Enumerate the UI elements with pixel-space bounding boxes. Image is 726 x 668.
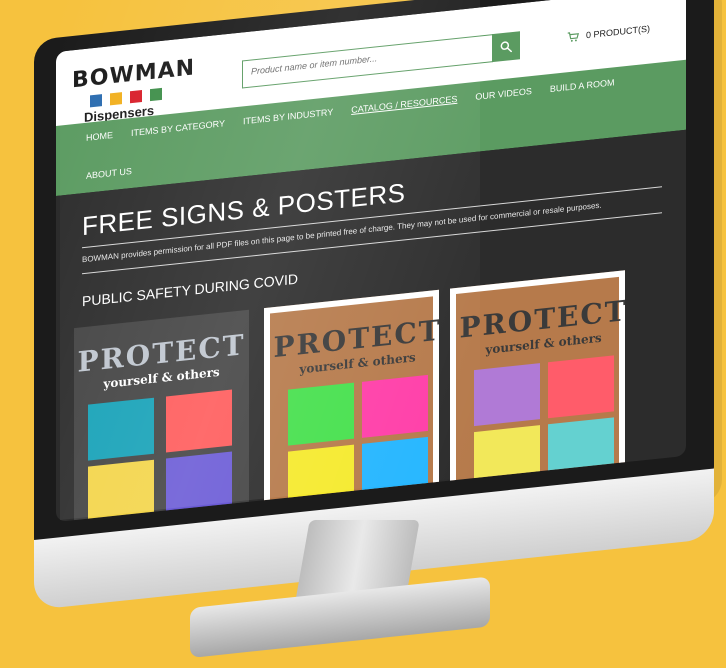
- search-input[interactable]: Product name or item number...: [242, 34, 493, 89]
- search-button[interactable]: [492, 31, 520, 63]
- search-placeholder: Product name or item number...: [251, 53, 378, 77]
- poster-card-1[interactable]: PROTECT yourself & others: [74, 309, 249, 523]
- nav-item-catalog-resources[interactable]: CATALOG / RESOURCES: [351, 94, 457, 115]
- poster-tile: [88, 459, 154, 523]
- page-content: FREE SIGNS & POSTERS BOWMAN provides per…: [56, 129, 686, 523]
- nav-item-about-us[interactable]: ABOUT US: [86, 166, 132, 181]
- cart-link[interactable]: 0 PRODUCT(S): [566, 20, 650, 47]
- home-icon: [292, 387, 350, 441]
- poster-tile: [166, 389, 232, 453]
- mask-icon: [170, 394, 228, 448]
- nav-row-2: ABOUT US: [86, 166, 132, 181]
- search-icon: [500, 41, 512, 53]
- cart-label: 0 PRODUCT(S): [586, 23, 651, 41]
- poster-tile: [362, 374, 428, 438]
- home-icon: [92, 402, 150, 456]
- cart-icon: [567, 32, 580, 42]
- monitor-screen: BOWMAN Dispensers Organize • Contain • C…: [56, 0, 686, 523]
- poster-tile: [288, 382, 354, 446]
- nav-item-our-videos[interactable]: OUR VIDEOS: [475, 86, 532, 102]
- poster-tile: [548, 355, 614, 419]
- poster-tile: [88, 397, 154, 461]
- poster-tile: [474, 363, 540, 427]
- monitor-mockup: BOWMAN Dispensers Organize • Contain • C…: [0, 0, 726, 668]
- poster-card-2[interactable]: PROTECT yourself & others: [264, 289, 442, 509]
- nav-item-items-by-industry[interactable]: ITEMS BY INDUSTRY: [243, 107, 333, 126]
- nav-item-build-a-room[interactable]: BUILD A ROOM: [550, 77, 615, 94]
- poster-card-3[interactable]: PROTECT yourself & others: [450, 270, 628, 489]
- section-title: PUBLIC SAFETY DURING COVID: [82, 270, 299, 310]
- nav-item-items-by-category[interactable]: ITEMS BY CATEGORY: [131, 118, 225, 138]
- nav-item-home[interactable]: HOME: [86, 130, 113, 143]
- distance-icon: [92, 464, 150, 518]
- brand-square-blue: [90, 94, 102, 108]
- sanitizer-icon: [170, 456, 228, 510]
- mask-icon: [366, 379, 424, 433]
- brand-square-green: [150, 87, 162, 102]
- brand-square-yellow: [110, 92, 122, 106]
- home-icon: [478, 368, 536, 422]
- brand-square-red: [130, 89, 142, 104]
- mask-icon: [552, 360, 610, 414]
